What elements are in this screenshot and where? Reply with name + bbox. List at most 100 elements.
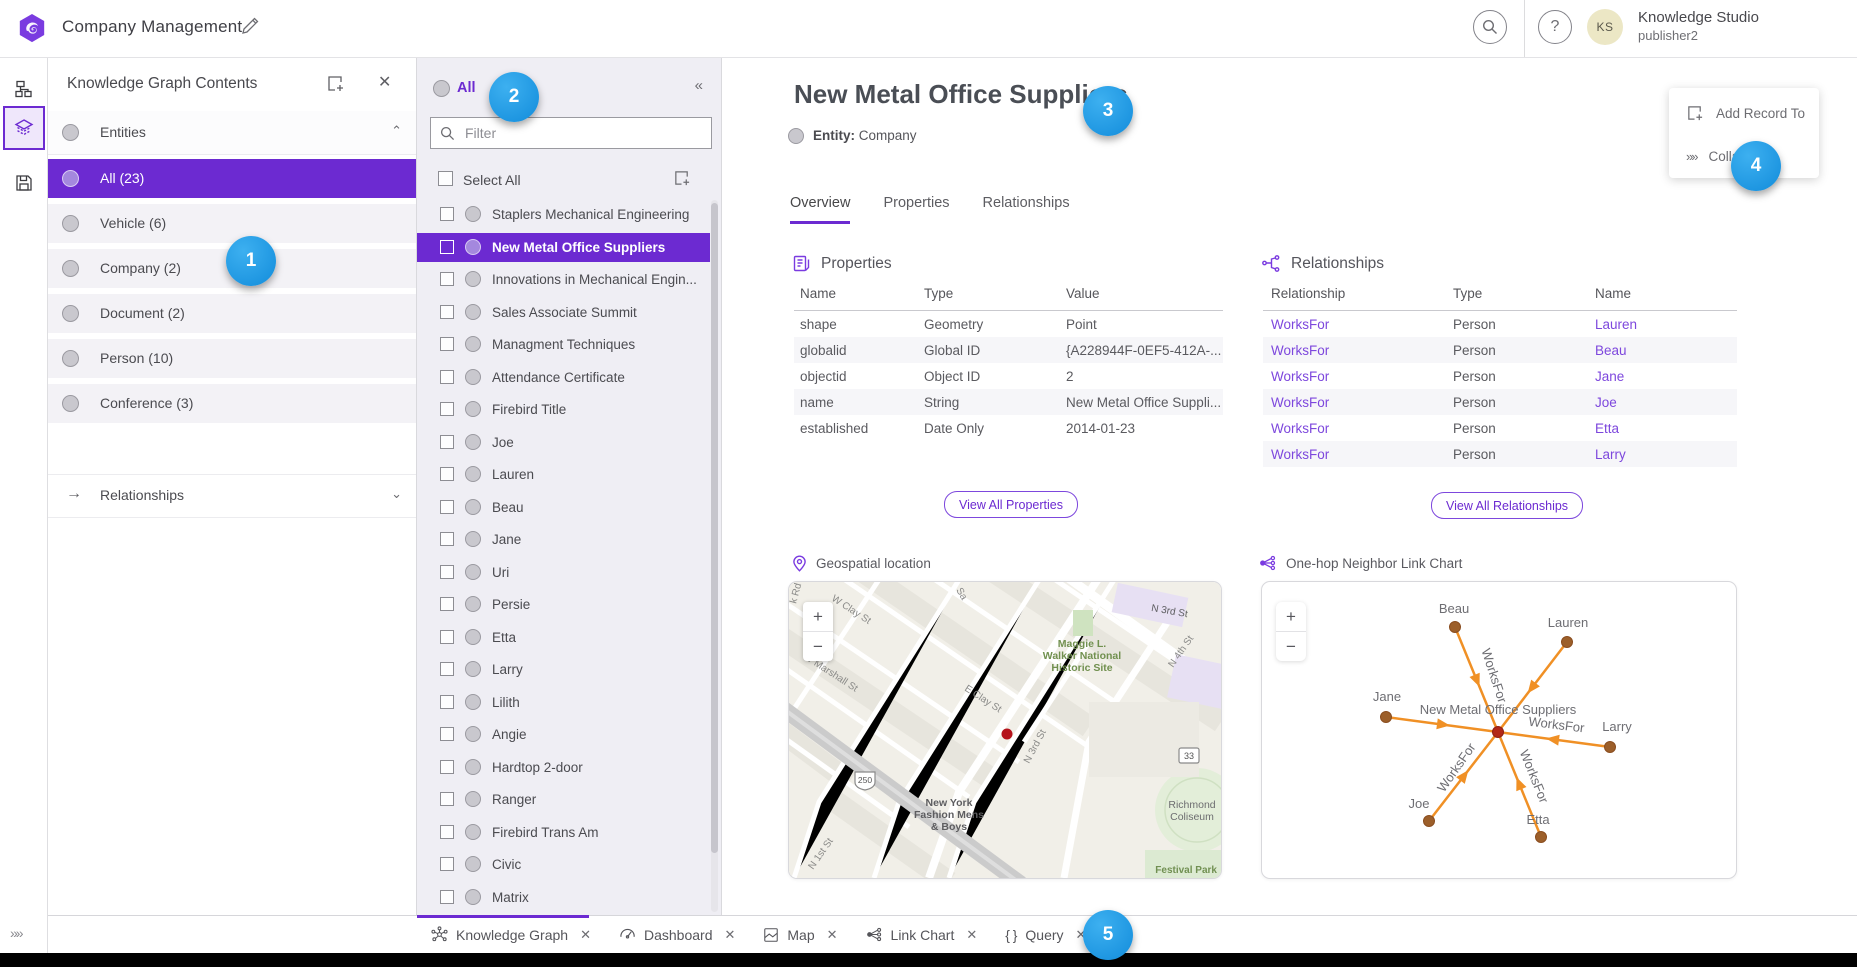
related-entity-link[interactable]: Jane xyxy=(1595,369,1737,384)
entity-checkbox[interactable] xyxy=(440,532,454,546)
graph-node[interactable] xyxy=(1605,742,1616,753)
tab-map[interactable]: Map ✕ xyxy=(749,916,851,953)
entity-list-item[interactable]: Firebird Trans Am xyxy=(417,818,710,847)
entity-list-item[interactable]: Innovations in Mechanical Engin... xyxy=(417,265,710,294)
entity-checkbox[interactable] xyxy=(440,630,454,644)
select-all-checkbox[interactable] xyxy=(438,171,453,186)
search-button[interactable] xyxy=(1473,10,1507,44)
entity-checkbox[interactable] xyxy=(440,890,454,904)
edit-title-icon[interactable] xyxy=(240,16,260,36)
entity-type-row[interactable]: Document (2) xyxy=(48,294,416,333)
account-info[interactable]: Knowledge Studio publisher2 xyxy=(1638,9,1759,44)
entity-list-item[interactable]: Angie xyxy=(417,720,710,749)
view-all-properties-button[interactable]: View All Properties xyxy=(944,491,1078,518)
add-record-button[interactable] xyxy=(326,74,345,98)
entity-list-item[interactable]: Larry xyxy=(417,655,710,684)
close-tab-icon[interactable]: ✕ xyxy=(966,927,977,943)
add-record-button[interactable] xyxy=(673,169,691,192)
close-tab-icon[interactable]: ✕ xyxy=(724,927,735,943)
entity-checkbox[interactable] xyxy=(440,662,454,676)
view-all-relationships-button[interactable]: View All Relationships xyxy=(1431,492,1583,519)
linkchart-card[interactable]: WorksForWorksForWorksForWorksForNew Meta… xyxy=(1261,581,1737,879)
entities-section-header[interactable]: Entities ⌃ xyxy=(48,111,416,155)
graph-node[interactable] xyxy=(1562,637,1573,648)
relationship-link[interactable]: WorksFor xyxy=(1263,395,1453,410)
tab-overview[interactable]: Overview xyxy=(790,195,850,224)
entity-checkbox[interactable] xyxy=(440,760,454,774)
entity-list-item[interactable]: Jane xyxy=(417,525,710,554)
entity-type-row[interactable]: Vehicle (6) xyxy=(48,204,416,243)
relationship-link[interactable]: WorksFor xyxy=(1263,369,1453,384)
save-button[interactable] xyxy=(6,165,42,201)
entity-list-item[interactable]: Staplers Mechanical Engineering xyxy=(417,200,710,229)
entity-list-item[interactable]: Persie xyxy=(417,590,710,619)
contents-button[interactable] xyxy=(3,106,45,150)
entity-checkbox[interactable] xyxy=(440,857,454,871)
entity-list-item[interactable]: Managment Techniques xyxy=(417,330,710,359)
entity-list-item[interactable]: Firebird Title xyxy=(417,395,710,424)
entity-list-item[interactable]: Sales Associate Summit xyxy=(417,298,710,327)
entity-list-item[interactable]: New Metal Office Suppliers xyxy=(417,233,710,262)
entity-checkbox[interactable] xyxy=(440,370,454,384)
app-logo-icon[interactable] xyxy=(17,13,47,43)
entity-checkbox[interactable] xyxy=(440,565,454,579)
scrollbar-thumb[interactable] xyxy=(711,203,718,853)
avatar[interactable]: KS xyxy=(1587,9,1623,45)
tab-relationships[interactable]: Relationships xyxy=(983,195,1070,224)
entity-checkbox[interactable] xyxy=(440,597,454,611)
linkchart-canvas[interactable]: WorksForWorksForWorksForWorksForNew Meta… xyxy=(1262,582,1736,878)
chevron-down-icon[interactable]: ⌄ xyxy=(391,486,402,502)
entity-list-item[interactable]: Attendance Certificate xyxy=(417,363,710,392)
entity-checkbox[interactable] xyxy=(440,240,454,254)
entity-list-item[interactable]: Ranger xyxy=(417,785,710,814)
graph-node[interactable] xyxy=(1381,712,1392,723)
entity-list-item[interactable]: Hardtop 2-door xyxy=(417,753,710,782)
entity-checkbox[interactable] xyxy=(440,695,454,709)
geospatial-map[interactable]: k Rd W Clay St W Marshall St Sa E Clay S… xyxy=(788,581,1222,879)
entity-list-item[interactable]: Joe xyxy=(417,428,710,457)
graph-center-node[interactable] xyxy=(1493,727,1504,738)
entity-checkbox[interactable] xyxy=(440,207,454,221)
chevron-up-icon[interactable]: ⌃ xyxy=(391,123,402,139)
related-entity-link[interactable]: Larry xyxy=(1595,447,1737,462)
tab-link-chart[interactable]: Link Chart ✕ xyxy=(852,916,992,953)
related-entity-link[interactable]: Lauren xyxy=(1595,317,1737,332)
entity-type-row[interactable]: Conference (3) xyxy=(48,384,416,423)
entity-checkbox[interactable] xyxy=(440,337,454,351)
entity-list-item[interactable]: Civic xyxy=(417,850,710,879)
relationship-link[interactable]: WorksFor xyxy=(1263,447,1453,462)
data-model-button[interactable] xyxy=(6,71,42,107)
tab-dashboard[interactable]: Dashboard ✕ xyxy=(605,916,749,953)
collapse-panel-icon[interactable]: « xyxy=(695,77,703,94)
entity-list-item[interactable]: Beau xyxy=(417,493,710,522)
zoom-out-button[interactable]: − xyxy=(1276,632,1306,661)
zoom-in-button[interactable]: + xyxy=(803,602,833,632)
entity-type-row[interactable]: Person (10) xyxy=(48,339,416,378)
filter-input[interactable] xyxy=(463,124,687,142)
zoom-out-button[interactable]: − xyxy=(803,632,833,661)
entity-checkbox[interactable] xyxy=(440,435,454,449)
graph-node[interactable] xyxy=(1450,622,1461,633)
entity-type-row[interactable]: All (23) xyxy=(48,159,416,198)
zoom-in-button[interactable]: + xyxy=(1276,602,1306,632)
related-entity-link[interactable]: Joe xyxy=(1595,395,1737,410)
tab-properties[interactable]: Properties xyxy=(883,195,949,224)
entity-checkbox[interactable] xyxy=(440,402,454,416)
relationship-link[interactable]: WorksFor xyxy=(1263,317,1453,332)
relationship-link[interactable]: WorksFor xyxy=(1263,421,1453,436)
entity-checkbox[interactable] xyxy=(440,500,454,514)
relationship-link[interactable]: WorksFor xyxy=(1263,343,1453,358)
expand-rail-button[interactable]: »» xyxy=(10,925,22,941)
entity-checkbox[interactable] xyxy=(440,792,454,806)
help-button[interactable]: ? xyxy=(1538,10,1572,44)
entity-checkbox[interactable] xyxy=(440,467,454,481)
entity-checkbox[interactable] xyxy=(440,825,454,839)
entity-list-item[interactable]: Lilith xyxy=(417,688,710,717)
graph-node[interactable] xyxy=(1424,816,1435,827)
entity-list-item[interactable]: Uri xyxy=(417,558,710,587)
entity-list-item[interactable]: Matrix xyxy=(417,883,710,912)
related-entity-link[interactable]: Etta xyxy=(1595,421,1737,436)
entity-checkbox[interactable] xyxy=(440,727,454,741)
menu-item-add-record-to[interactable]: Add Record To xyxy=(1669,93,1819,133)
entity-list-item[interactable]: Etta xyxy=(417,623,710,652)
